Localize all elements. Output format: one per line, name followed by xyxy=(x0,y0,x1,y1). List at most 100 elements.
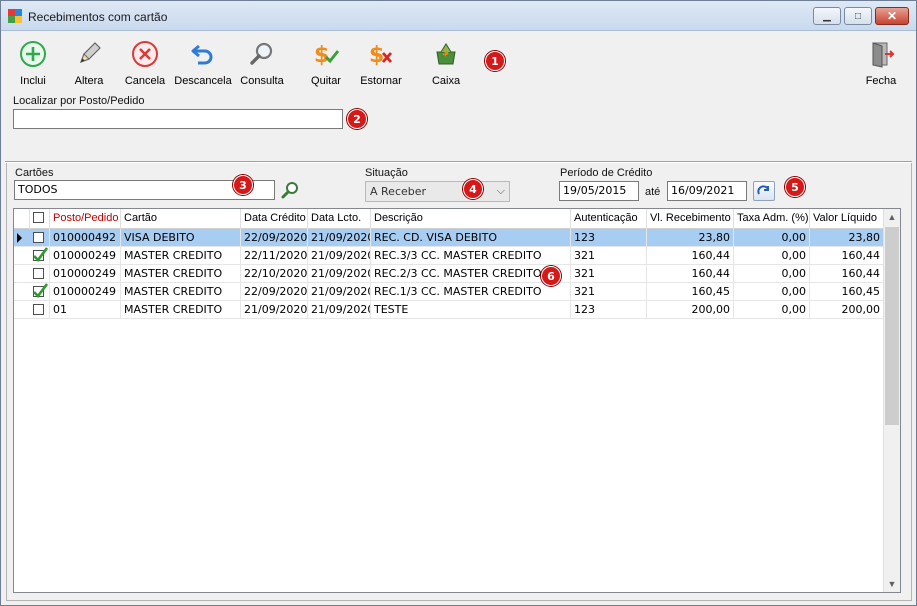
row-checkbox[interactable] xyxy=(33,283,48,298)
table-row[interactable]: 010000249 MASTER CREDITO 22/09/2020 21/09/2… xyxy=(14,283,884,301)
caixa-label: Caixa xyxy=(431,75,461,87)
header-indicator xyxy=(14,209,30,229)
altera-button[interactable]: Altera xyxy=(63,38,115,88)
callout-badge-1: 1 xyxy=(485,51,505,71)
header-select-all[interactable] xyxy=(30,209,50,229)
callout-badge-5: 5 xyxy=(785,177,805,197)
cell-cartao: MASTER CREDITO xyxy=(121,265,241,283)
table-row[interactable]: 010000492 VISA DEBITO 22/09/2020 21/09/2020… xyxy=(14,229,884,247)
maximize-button[interactable]: □ xyxy=(844,7,872,25)
row-checkbox[interactable] xyxy=(33,232,44,243)
cell-autenticacao: 321 xyxy=(571,265,647,283)
fecha-label: Fecha xyxy=(865,75,897,87)
cell-data-credito: 22/10/2020 xyxy=(241,265,308,283)
fecha-button[interactable]: Fecha xyxy=(859,38,903,88)
cell-posto-pedido: 010000249 xyxy=(50,247,121,265)
minimize-button[interactable]: ▁ xyxy=(813,7,841,25)
vertical-scrollbar[interactable]: ▲ ▼ xyxy=(883,209,900,592)
header-posto-pedido[interactable]: Posto/Pedido xyxy=(50,209,121,229)
scroll-up-icon[interactable]: ▲ xyxy=(884,209,900,225)
scroll-thumb[interactable] xyxy=(885,227,899,425)
estornar-button[interactable]: $ Estornar xyxy=(357,38,405,88)
cell-autenticacao: 123 xyxy=(571,301,647,319)
cell-descricao: TESTE xyxy=(371,301,571,319)
current-row-icon xyxy=(17,233,22,243)
cell-vl-recebimento: 200,00 xyxy=(647,301,734,319)
cell-posto-pedido: 010000492 xyxy=(50,229,121,247)
callout-badge-2: 2 xyxy=(347,109,367,129)
consulta-button[interactable]: Consulta xyxy=(237,38,287,88)
cell-taxa-adm: 0,00 xyxy=(734,265,810,283)
cell-posto-pedido: 010000249 xyxy=(50,283,121,301)
dollar-x-icon: $ xyxy=(369,43,393,68)
main-window: Recebimentos com cartão ▁ □ ✕ Inclui Alt… xyxy=(0,0,917,606)
header-data-credito[interactable]: Data Crédito xyxy=(241,209,308,229)
callout-badge-6: 6 xyxy=(541,266,561,286)
magnifier-icon xyxy=(281,182,298,199)
periodo-to-input[interactable]: 16/09/2021 xyxy=(667,181,747,201)
scroll-down-icon[interactable]: ▼ xyxy=(884,576,900,592)
title-bar: Recebimentos com cartão ▁ □ ✕ xyxy=(1,1,916,31)
cell-cartao: MASTER CREDITO xyxy=(121,283,241,301)
select-all-checkbox[interactable] xyxy=(33,212,44,223)
row-checkbox[interactable] xyxy=(33,268,44,279)
cell-vl-recebimento: 160,45 xyxy=(647,283,734,301)
exit-door-icon xyxy=(872,42,895,68)
table-row[interactable]: 010000249 MASTER CREDITO 22/11/2020 21/09/2… xyxy=(14,247,884,265)
header-taxa-adm[interactable]: Taxa Adm. (%) xyxy=(734,209,810,229)
callout-badge-4: 4 xyxy=(463,179,483,199)
cell-checkbox xyxy=(30,265,50,283)
refresh-button[interactable] xyxy=(753,181,775,201)
cell-descricao: REC. CD. VISA DEBITO xyxy=(371,229,571,247)
header-autenticacao[interactable]: Autenticação xyxy=(571,209,647,229)
pencil-icon xyxy=(79,42,101,64)
cell-data-lcto: 21/09/2020 xyxy=(308,283,371,301)
cell-checkbox xyxy=(30,283,50,301)
localizar-input[interactable] xyxy=(13,109,343,129)
quitar-button[interactable]: $ Quitar xyxy=(303,38,349,88)
cash-box-icon: $ xyxy=(436,43,456,65)
situacao-label: Situação xyxy=(365,167,408,179)
cartoes-label: Cartões xyxy=(15,167,54,179)
cartoes-search-button[interactable] xyxy=(280,180,302,200)
cancela-button[interactable]: Cancela xyxy=(119,38,171,88)
inclui-button[interactable]: Inclui xyxy=(7,38,59,88)
close-button[interactable]: ✕ xyxy=(875,7,909,25)
cell-taxa-adm: 0,00 xyxy=(734,247,810,265)
table-row[interactable]: 010000249 MASTER CREDITO 22/10/2020 21/09/2… xyxy=(14,265,884,283)
cell-taxa-adm: 0,00 xyxy=(734,301,810,319)
header-descricao[interactable]: Descrição xyxy=(371,209,571,229)
cell-autenticacao: 321 xyxy=(571,283,647,301)
cell-cartao: VISA DEBITO xyxy=(121,229,241,247)
header-data-lcto[interactable]: Data Lcto. xyxy=(308,209,371,229)
row-checkbox[interactable] xyxy=(33,304,44,315)
cell-valor-liquido: 23,80 xyxy=(810,229,884,247)
situacao-value: A Receber xyxy=(370,185,427,198)
cell-taxa-adm: 0,00 xyxy=(734,283,810,301)
cell-taxa-adm: 0,00 xyxy=(734,229,810,247)
descancela-button[interactable]: Descancela xyxy=(173,38,233,88)
cell-autenticacao: 123 xyxy=(571,229,647,247)
header-cartao[interactable]: Cartão xyxy=(121,209,241,229)
cell-valor-liquido: 160,44 xyxy=(810,265,884,283)
header-valor-liquido[interactable]: Valor Líquido xyxy=(810,209,884,229)
periodo-from-input[interactable]: 19/05/2015 xyxy=(559,181,639,201)
table-row[interactable]: 01 MASTER CREDITO 21/09/2020 21/09/2020 TEST… xyxy=(14,301,884,319)
cell-posto-pedido: 010000249 xyxy=(50,265,121,283)
header-vl-recebimento[interactable]: Vl. Recebimento xyxy=(647,209,734,229)
cell-vl-recebimento: 160,44 xyxy=(647,265,734,283)
cell-vl-recebimento: 23,80 xyxy=(647,229,734,247)
svg-text:$: $ xyxy=(442,47,449,58)
altera-label: Altera xyxy=(74,75,104,87)
dollar-check-icon: $ xyxy=(314,43,340,68)
cell-checkbox xyxy=(30,301,50,319)
receipts-grid: Posto/Pedido Cartão Data Crédito Data Lc… xyxy=(13,208,901,593)
svg-text:$: $ xyxy=(369,43,384,68)
cell-checkbox xyxy=(30,229,50,247)
row-checkbox[interactable] xyxy=(33,247,48,262)
caixa-button[interactable]: $ Caixa xyxy=(421,38,471,88)
situacao-select[interactable]: A Receber ⌵ xyxy=(365,181,510,202)
cell-data-lcto: 21/09/2020 xyxy=(308,229,371,247)
cell-descricao: REC.3/3 CC. MASTER CREDITO xyxy=(371,247,571,265)
cell-data-credito: 22/09/2020 xyxy=(241,229,308,247)
